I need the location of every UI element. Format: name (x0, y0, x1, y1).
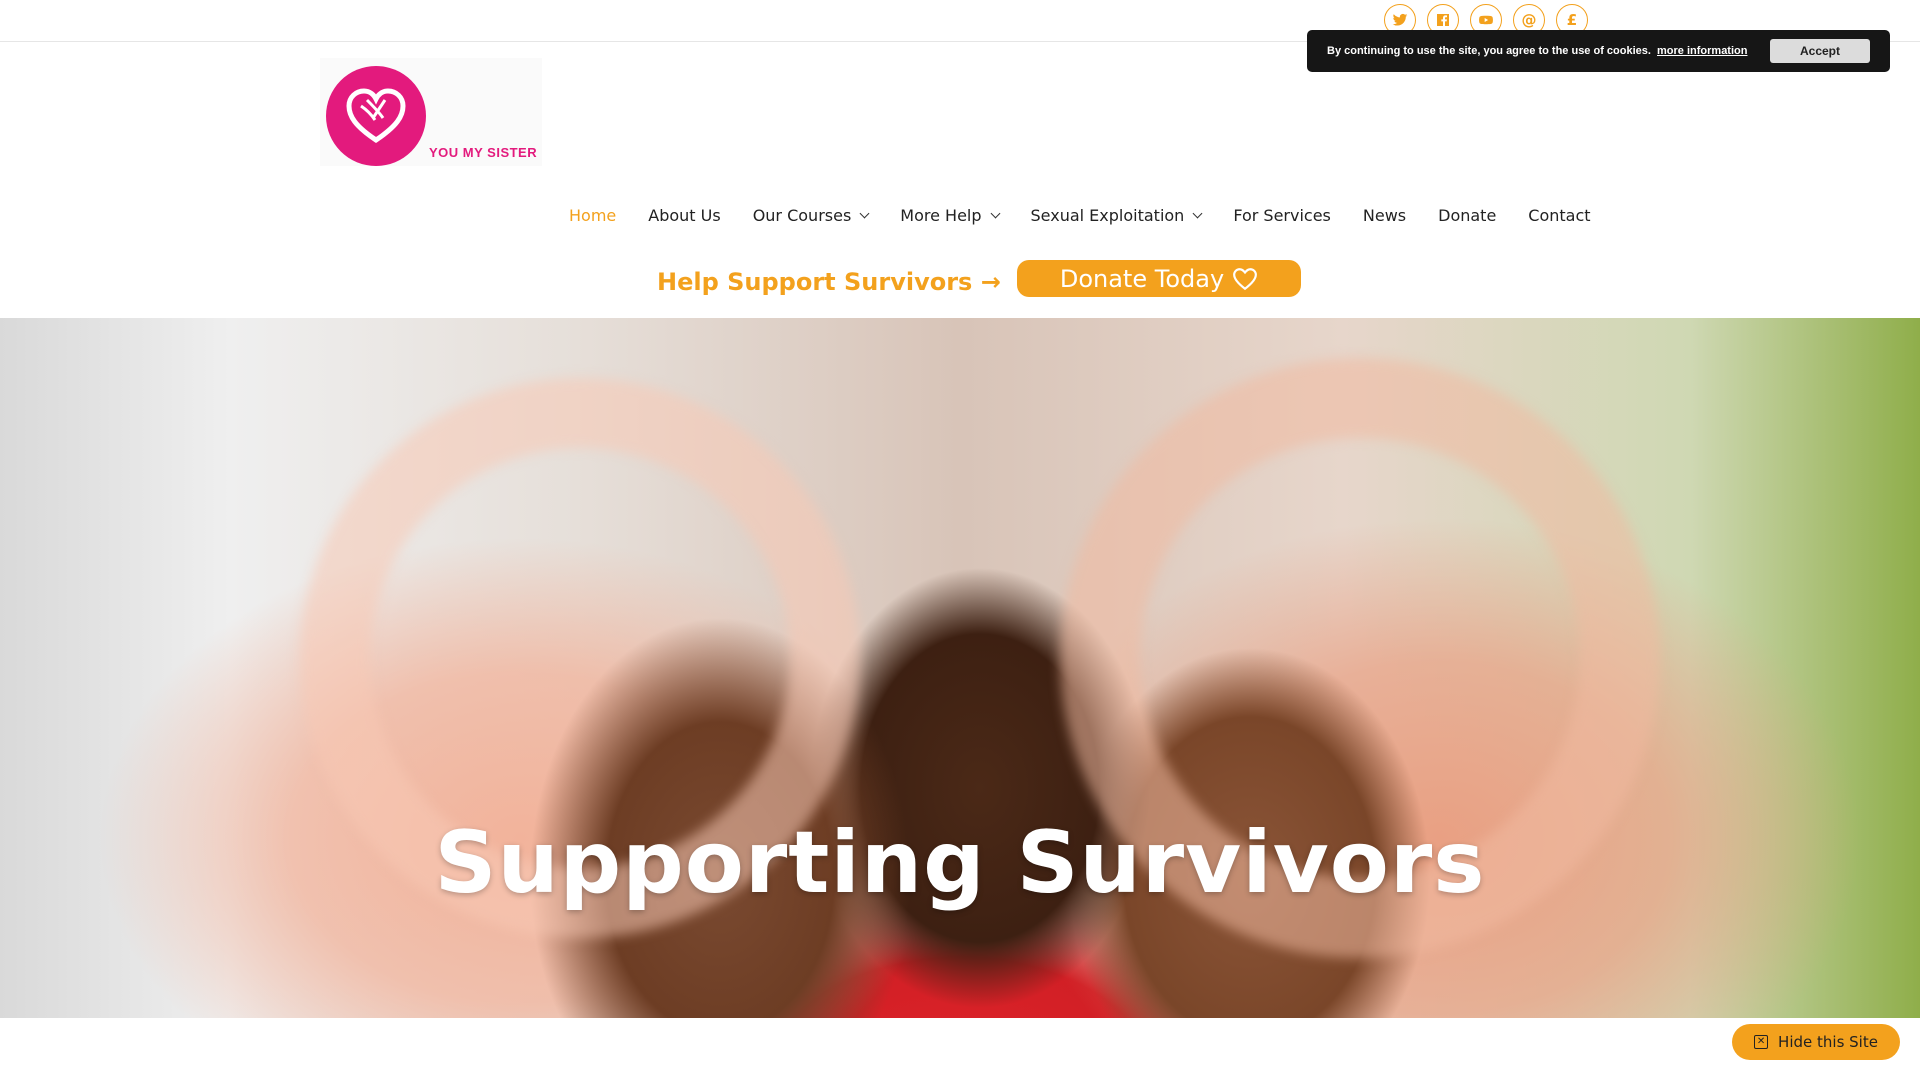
cookie-accept-button[interactable]: Accept (1770, 39, 1870, 63)
cookie-text: By continuing to use the site, you agree… (1327, 45, 1651, 57)
nav-item-label: News (1362, 206, 1407, 225)
close-box-icon: ✕ (1754, 1035, 1769, 1049)
nav-item-label: Donate (1438, 206, 1497, 225)
site-logo[interactable]: YOU MY SISTER (320, 58, 542, 166)
nav-item-label: Sexual Exploitation (1030, 206, 1185, 225)
cookie-more-link[interactable]: more information (1657, 45, 1747, 57)
nav-item-contact[interactable]: Contact (1512, 206, 1606, 225)
cookie-text-wrap: By continuing to use the site, you agree… (1327, 45, 1770, 57)
nav-item-donate[interactable]: Donate (1422, 206, 1512, 225)
chevron-down-icon (859, 208, 870, 219)
cookie-banner: By continuing to use the site, you agree… (1307, 30, 1890, 72)
nav-item-our-courses[interactable]: Our Courses (737, 206, 885, 225)
hide-site-button[interactable]: ✕ Hide this Site (1732, 1024, 1900, 1060)
chevron-down-icon (1192, 208, 1203, 219)
donate-today-label: Donate Today (1059, 264, 1225, 293)
nav-item-about-us[interactable]: About Us (632, 206, 736, 225)
nav-item-for-services[interactable]: For Services (1217, 206, 1347, 225)
donate-today-button[interactable]: Donate Today (1017, 260, 1301, 297)
main-navigation: Home About Us Our Courses More Help Sexu… (569, 206, 1607, 225)
nav-item-label: Our Courses (752, 206, 852, 225)
nav-item-label: For Services (1233, 206, 1331, 225)
chevron-down-icon (990, 208, 1000, 219)
nav-item-home[interactable]: Home (569, 206, 632, 225)
hero-banner: Supporting Survivors (0, 318, 1920, 1018)
help-support-survivors-link[interactable]: Help Support Survivors → (657, 268, 1001, 296)
logo-brand-text: YOU MY SISTER (429, 145, 538, 160)
heart-logo-icon (326, 66, 426, 166)
hide-site-label: Hide this Site (1778, 1033, 1878, 1051)
nav-item-label: Contact (1528, 206, 1591, 225)
hero-title: Supporting Survivors (434, 813, 1486, 913)
nav-item-news[interactable]: News (1347, 206, 1422, 225)
nav-item-label: More Help (900, 206, 982, 225)
nav-item-more-help[interactable]: More Help (884, 206, 1014, 225)
nav-item-label: About Us (648, 206, 721, 225)
nav-item-label: Home (569, 206, 617, 225)
nav-item-sexual-exploitation[interactable]: Sexual Exploitation (1015, 206, 1218, 225)
heart-outline-icon (1233, 267, 1258, 290)
